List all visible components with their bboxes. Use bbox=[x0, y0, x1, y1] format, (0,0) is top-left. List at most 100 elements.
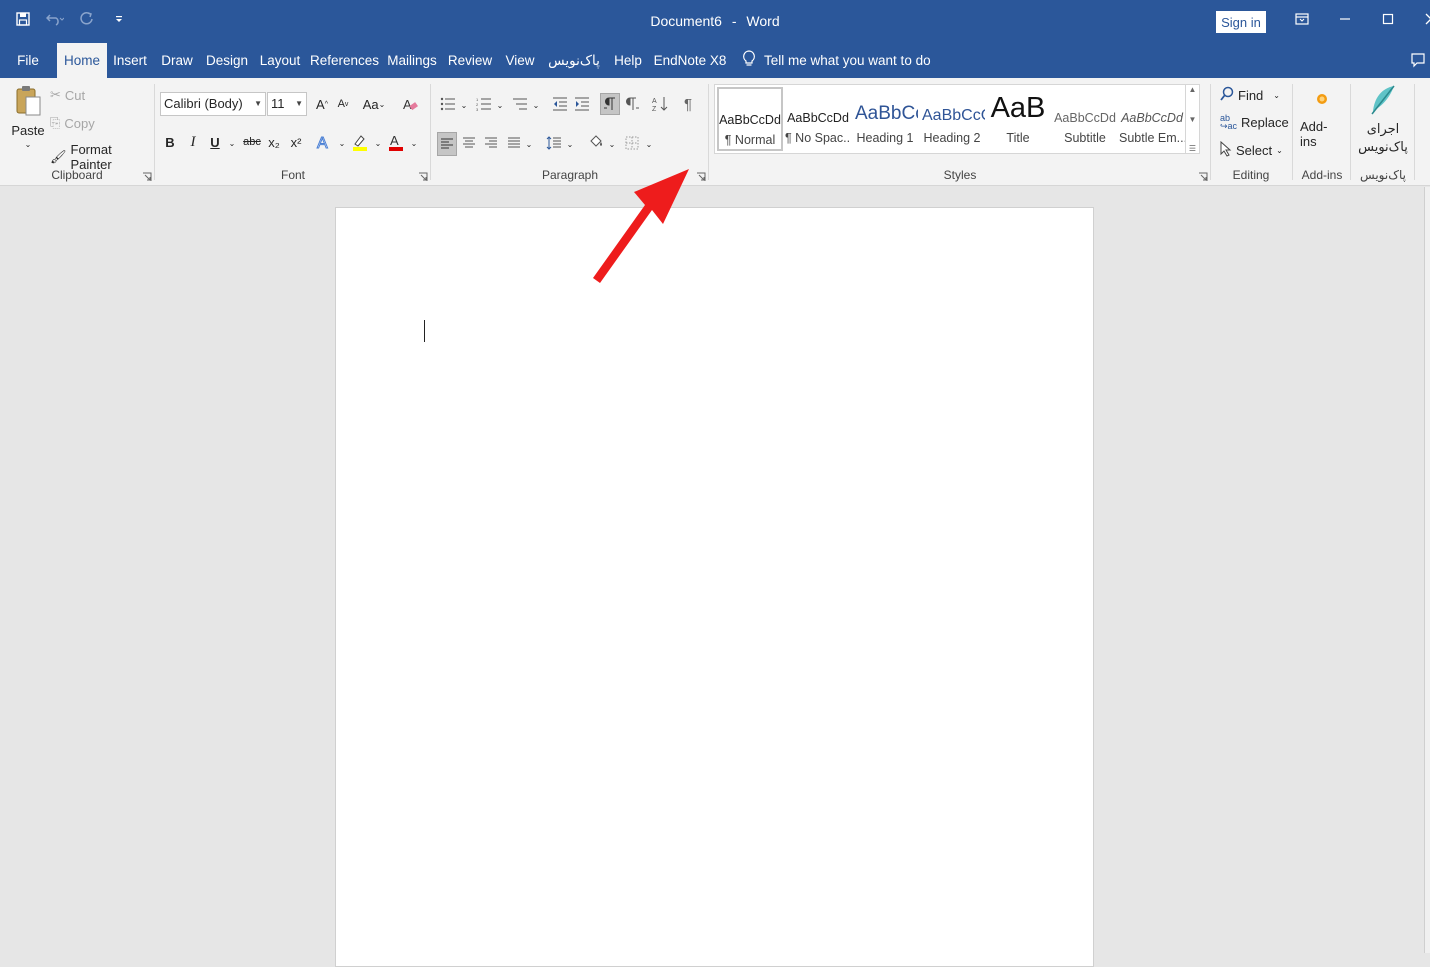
tab-review[interactable]: Review bbox=[446, 43, 494, 78]
replace-label: Replace bbox=[1241, 114, 1289, 130]
app-name: Word bbox=[746, 13, 780, 29]
font-group: Calibri (Body) ▼ 11 ▼ A ^ Av Aa ⌄ A B I U … bbox=[156, 82, 430, 184]
change-case-button[interactable]: Aa ⌄ bbox=[360, 94, 388, 114]
paste-button[interactable]: Paste ⌄ bbox=[10, 84, 46, 149]
text-effects-icon[interactable]: A bbox=[314, 132, 334, 152]
styles-dialog-launcher-icon[interactable] bbox=[1198, 170, 1208, 181]
sign-in-button[interactable]: Sign in bbox=[1216, 11, 1266, 33]
tab-references[interactable]: References bbox=[310, 43, 379, 78]
styles-gallery-scroll: ▲ ▼ ☰ bbox=[1185, 85, 1199, 153]
tab-home[interactable]: Home bbox=[57, 43, 107, 78]
multilevel-dropdown-icon[interactable]: ⌄ bbox=[526, 95, 546, 115]
replace-button[interactable]: ab ↪ac Replace bbox=[1220, 114, 1289, 131]
strikethrough-button[interactable]: abc bbox=[242, 132, 262, 152]
superscript-button[interactable]: x² bbox=[286, 132, 306, 152]
tab-mailings[interactable]: Mailings bbox=[385, 43, 439, 78]
cut-button[interactable]: ✂ Cut bbox=[50, 87, 85, 103]
grow-font-icon[interactable]: A ^ bbox=[312, 94, 332, 114]
line-spacing-dropdown-icon[interactable]: ⌄ bbox=[560, 134, 580, 154]
style-name: ¶ Normal bbox=[724, 133, 776, 147]
align-left-icon[interactable] bbox=[437, 132, 457, 156]
bullets-dropdown-icon[interactable]: ⌄ bbox=[454, 95, 474, 115]
editing-group: Find ⌄ ab ↪ac Replace Select ⌄ Editing bbox=[1212, 82, 1290, 184]
clear-formatting-icon[interactable]: A bbox=[400, 94, 420, 114]
paste-dropdown-icon[interactable]: ⌄ bbox=[25, 140, 32, 149]
tab-help[interactable]: Help bbox=[610, 43, 646, 78]
font-dialog-launcher-icon[interactable] bbox=[418, 170, 428, 181]
style-heading-1[interactable]: AaBbCc Heading 1 bbox=[852, 87, 918, 151]
show-formatting-marks-icon[interactable]: ¶ bbox=[678, 94, 698, 114]
find-dropdown-icon[interactable]: ⌄ bbox=[1273, 91, 1280, 100]
style-heading-2[interactable]: AaBbCcC Heading 2 bbox=[919, 87, 985, 151]
maximize-icon[interactable] bbox=[1366, 8, 1409, 30]
font-color-dropdown-icon[interactable]: ⌄ bbox=[404, 133, 424, 153]
ribbon-display-options-icon[interactable] bbox=[1280, 8, 1323, 30]
clipboard-dialog-launcher-icon[interactable] bbox=[142, 170, 152, 181]
highlight-icon[interactable] bbox=[350, 132, 370, 152]
style-title[interactable]: AaB Title bbox=[985, 87, 1051, 151]
select-dropdown-icon[interactable]: ⌄ bbox=[1276, 146, 1283, 155]
gallery-up-icon[interactable]: ▲ bbox=[1189, 85, 1197, 94]
sort-icon[interactable]: AZ bbox=[650, 94, 670, 114]
minimize-icon[interactable] bbox=[1323, 8, 1366, 30]
font-name-combo[interactable]: Calibri (Body) ▼ bbox=[160, 92, 266, 116]
text-effects-dropdown-icon[interactable]: ⌄ bbox=[332, 133, 352, 153]
italic-button[interactable]: I bbox=[183, 132, 203, 152]
document-page[interactable] bbox=[335, 207, 1094, 967]
tab-view[interactable]: View bbox=[502, 43, 538, 78]
font-name-dropdown-icon[interactable]: ▼ bbox=[254, 93, 262, 115]
style-subtitle[interactable]: AaBbCcDd Subtitle bbox=[1052, 87, 1118, 151]
tab-design[interactable]: Design bbox=[203, 43, 251, 78]
find-button[interactable]: Find ⌄ bbox=[1220, 86, 1280, 105]
style-normal[interactable]: AaBbCcDd ¶ Normal bbox=[717, 87, 783, 151]
tab-paknevis[interactable]: پاک‌نویس bbox=[545, 43, 603, 78]
gallery-down-icon[interactable]: ▼ bbox=[1189, 115, 1197, 124]
close-icon[interactable] bbox=[1409, 8, 1430, 30]
tab-endnote[interactable]: EndNote X8 bbox=[653, 43, 727, 78]
style-sample: AaBbCcDd bbox=[719, 113, 781, 127]
clipboard-group: Paste ⌄ ✂ Cut ⎘ Copy 🖌 Format Painter Cl… bbox=[0, 82, 154, 184]
gallery-more-icon[interactable]: ☰ bbox=[1189, 144, 1196, 153]
decrease-indent-icon[interactable] bbox=[550, 94, 570, 114]
ribbon-tabs: File Home Insert Draw Design Layout Refe… bbox=[0, 43, 1430, 78]
highlight-dropdown-icon[interactable]: ⌄ bbox=[368, 133, 388, 153]
tab-layout[interactable]: Layout bbox=[258, 43, 302, 78]
increase-indent-icon[interactable] bbox=[572, 94, 592, 114]
select-button[interactable]: Select ⌄ bbox=[1220, 140, 1283, 160]
style-name: Heading 2 bbox=[923, 131, 981, 145]
addins-label: Add-ins bbox=[1300, 119, 1328, 149]
feather-icon bbox=[1368, 84, 1398, 119]
addins-button[interactable]: Add-ins bbox=[1300, 92, 1344, 149]
svg-text:Z: Z bbox=[652, 106, 657, 112]
copy-label: Copy bbox=[64, 115, 95, 131]
font-color-icon[interactable]: A bbox=[386, 132, 406, 152]
tab-file[interactable]: File bbox=[8, 43, 48, 78]
run-paknevis-button[interactable]: اجرای پاک‌نویس bbox=[1356, 84, 1410, 155]
style-sample: AaBbCcDd bbox=[1054, 111, 1116, 125]
font-size-dropdown-icon[interactable]: ▼ bbox=[295, 93, 303, 115]
align-right-icon[interactable] bbox=[481, 133, 501, 153]
subscript-button[interactable]: x₂ bbox=[264, 132, 284, 152]
underline-dropdown-icon[interactable]: ⌄ bbox=[222, 133, 242, 153]
rtl-direction-icon[interactable] bbox=[623, 94, 643, 114]
comments-icon[interactable] bbox=[1410, 52, 1426, 71]
ribbon-home: Paste ⌄ ✂ Cut ⎘ Copy 🖌 Format Painter Cl… bbox=[0, 78, 1430, 186]
style-no-spacing[interactable]: AaBbCcDd ¶ No Spac... bbox=[785, 87, 851, 151]
font-size-combo[interactable]: 11 ▼ bbox=[267, 92, 307, 116]
tab-draw[interactable]: Draw bbox=[158, 43, 196, 78]
borders-dropdown-icon[interactable]: ⌄ bbox=[639, 134, 659, 154]
tab-insert[interactable]: Insert bbox=[110, 43, 150, 78]
shrink-font-icon[interactable]: Av bbox=[333, 94, 353, 114]
tell-me-box[interactable]: Tell me what you want to do bbox=[742, 43, 931, 78]
vertical-scrollbar[interactable] bbox=[1424, 187, 1430, 953]
numbering-dropdown-icon[interactable]: ⌄ bbox=[490, 95, 510, 115]
bold-button[interactable]: B bbox=[160, 132, 180, 152]
style-subtle-emphasis[interactable]: AaBbCcDd Subtle Em... bbox=[1119, 87, 1185, 151]
find-label: Find bbox=[1238, 88, 1264, 103]
align-center-icon[interactable] bbox=[459, 133, 479, 153]
copy-button[interactable]: ⎘ Copy bbox=[50, 115, 95, 131]
ltr-direction-icon[interactable] bbox=[600, 93, 620, 115]
shading-dropdown-icon[interactable]: ⌄ bbox=[602, 134, 622, 154]
justify-dropdown-icon[interactable]: ⌄ bbox=[519, 134, 539, 154]
style-sample: AaBbCcC bbox=[922, 107, 985, 124]
